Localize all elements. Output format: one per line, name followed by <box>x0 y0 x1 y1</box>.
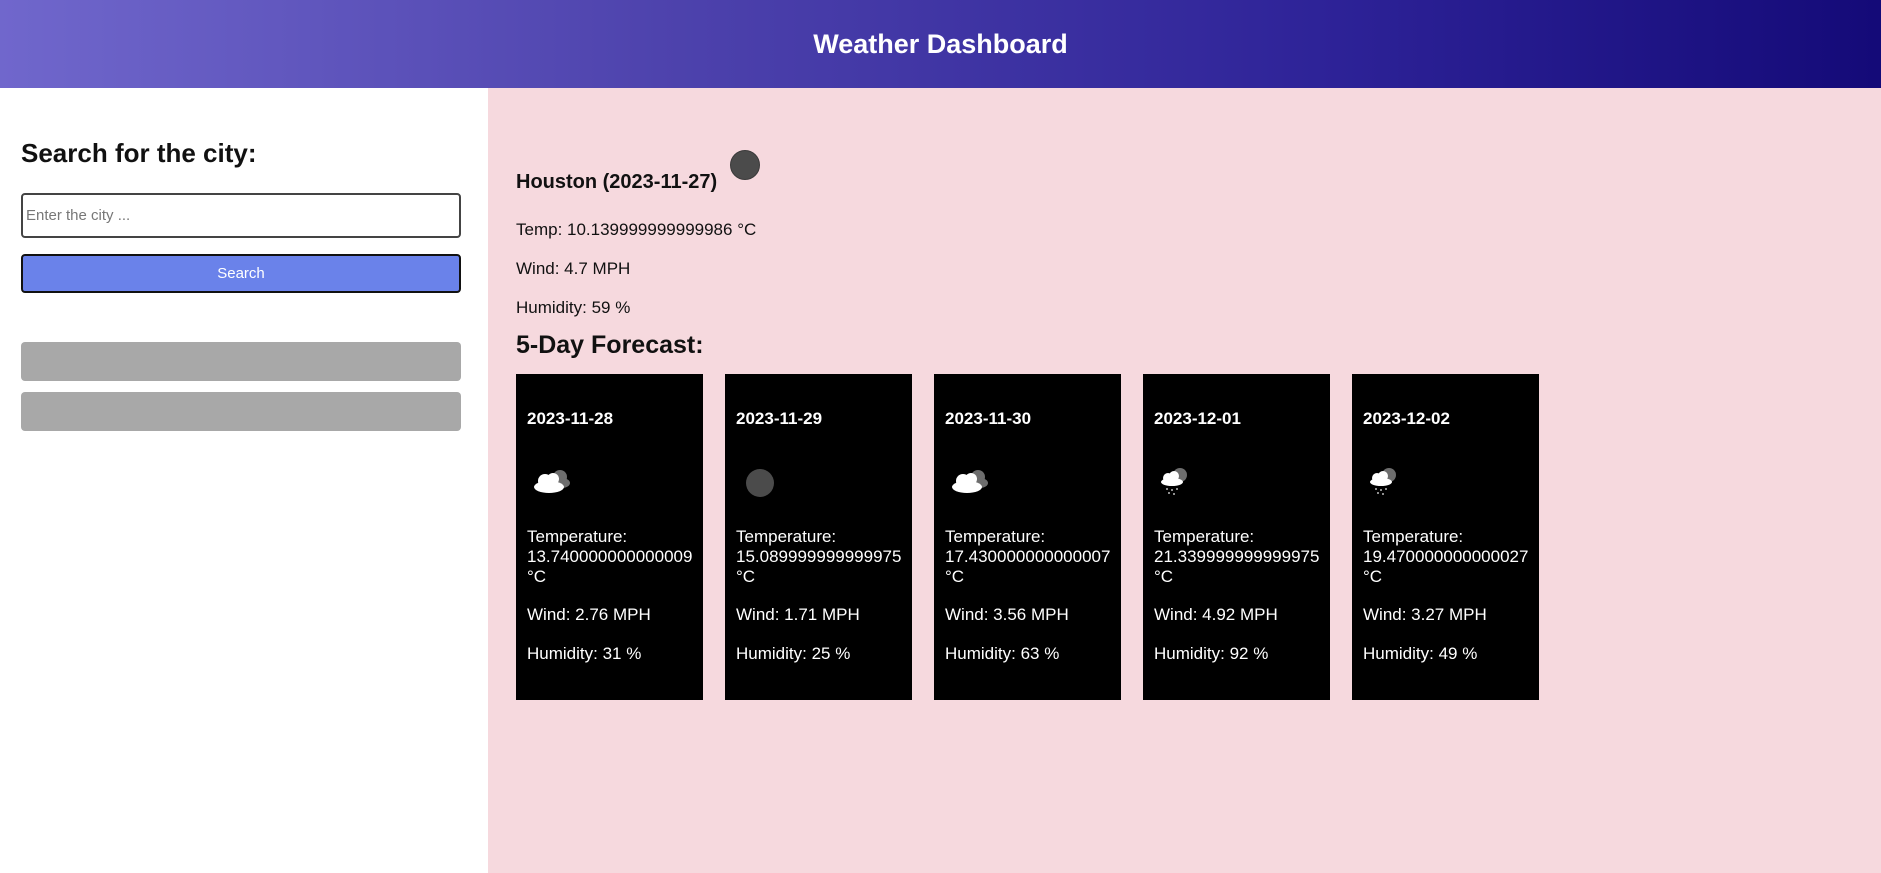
forecast-temp-value: 21.339999999999975 <box>1154 547 1320 566</box>
history-button[interactable] <box>21 342 461 381</box>
forecast-card: 2023-12-01 Temperature: 21.3399999999999… <box>1143 374 1330 700</box>
forecast-temp-unit: °C <box>527 567 547 586</box>
broken-clouds-icon <box>527 459 577 509</box>
forecast-wind: Wind: 3.27 MPH <box>1363 605 1487 624</box>
search-history-list <box>21 342 468 431</box>
forecast-temp-unit: °C <box>945 567 965 586</box>
forecast-card: 2023-11-28 Temperature: 13.7400000000000… <box>516 374 703 700</box>
forecast-temp-unit: °C <box>736 567 756 586</box>
forecast-humidity: Humidity: 31 % <box>527 644 642 663</box>
forecast-heading: 5-Day Forecast: <box>516 331 704 359</box>
current-weather: Houston (2023-11-27) Temp: 10.1399999999… <box>516 148 1881 327</box>
layout: Search for the city: Search Houston (202… <box>0 88 1881 873</box>
forecast-temp-unit: °C <box>1154 567 1174 586</box>
search-heading: Search for the city: <box>21 138 257 168</box>
forecast-temp-label: Temperature: <box>1363 527 1464 546</box>
forecast-temp-label: Temperature: <box>527 527 628 546</box>
forecast-date: 2023-11-28 <box>527 409 614 428</box>
forecast-row: 2023-11-28 Temperature: 13.7400000000000… <box>516 374 1881 700</box>
forecast-date: 2023-11-30 <box>945 409 1032 428</box>
forecast-wind: Wind: 2.76 MPH <box>527 605 651 624</box>
forecast-temp-value: 15.089999999999975 <box>736 547 902 566</box>
page-title: Weather Dashboard <box>813 28 1068 59</box>
forecast-humidity: Humidity: 63 % <box>945 644 1060 663</box>
forecast-wind: Wind: 1.71 MPH <box>736 605 860 624</box>
history-button[interactable] <box>21 392 461 431</box>
city-search-input[interactable] <box>21 193 461 238</box>
current-wind: Wind: 4.7 MPH <box>516 259 631 278</box>
forecast-temp-value: 19.470000000000027 <box>1363 547 1529 566</box>
forecast-date: 2023-12-01 <box>1154 409 1241 428</box>
forecast-temp-value: 17.430000000000007 <box>945 547 1111 566</box>
broken-clouds-icon <box>945 459 995 509</box>
main-content: Houston (2023-11-27) Temp: 10.1399999999… <box>488 88 1881 873</box>
forecast-temp-unit: °C <box>1363 567 1383 586</box>
current-city-title: Houston (2023-11-27) <box>516 171 718 193</box>
light-rain-icon <box>1154 459 1204 509</box>
current-title-row: Houston (2023-11-27) <box>516 148 1881 210</box>
forecast-temp-label: Temperature: <box>1154 527 1255 546</box>
forecast-card: 2023-11-30 Temperature: 17.4300000000000… <box>934 374 1121 700</box>
forecast-humidity: Humidity: 92 % <box>1154 644 1269 663</box>
forecast-card: 2023-12-02 Temperature: 19.4700000000000… <box>1352 374 1539 700</box>
sidebar: Search for the city: Search <box>0 88 488 873</box>
light-rain-icon <box>1363 459 1413 509</box>
forecast-date: 2023-12-02 <box>1363 409 1450 428</box>
dark-circle-icon <box>730 150 761 180</box>
forecast-card: 2023-11-29 Temperature: 15.0899999999999… <box>725 374 912 700</box>
forecast-humidity: Humidity: 49 % <box>1363 644 1478 663</box>
forecast-humidity: Humidity: 25 % <box>736 644 851 663</box>
forecast-wind: Wind: 3.56 MPH <box>945 605 1069 624</box>
forecast-date: 2023-11-29 <box>736 409 823 428</box>
forecast-wind: Wind: 4.92 MPH <box>1154 605 1278 624</box>
forecast-temp-value: 13.740000000000009 <box>527 547 693 566</box>
current-temp: Temp: 10.139999999999986 °C <box>516 220 757 239</box>
current-humidity: Humidity: 59 % <box>516 298 631 317</box>
app-header: Weather Dashboard <box>0 0 1881 88</box>
forecast-temp-label: Temperature: <box>945 527 1046 546</box>
search-button[interactable]: Search <box>21 254 461 293</box>
dark-circle-icon <box>736 459 786 509</box>
forecast-temp-label: Temperature: <box>736 527 837 546</box>
